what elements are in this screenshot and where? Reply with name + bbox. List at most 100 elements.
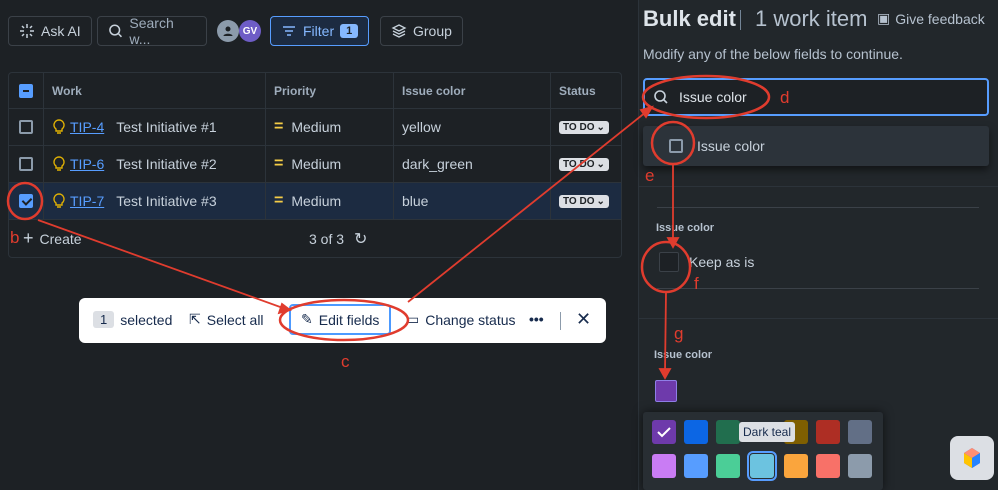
group-button[interactable]: Group (380, 16, 463, 46)
refresh-icon[interactable]: ↻ (354, 229, 367, 249)
search-icon (109, 24, 123, 38)
priority-value[interactable]: Medium (291, 156, 341, 172)
color-swatch-red-light[interactable] (816, 454, 840, 478)
create-button[interactable]: + Create (9, 228, 309, 249)
header-status[interactable]: Status (551, 73, 621, 108)
color-swatch-purple-light[interactable] (652, 454, 676, 478)
color-swatch-green-light[interactable] (716, 454, 740, 478)
color-swatch-blue[interactable] (684, 420, 708, 444)
color-swatch-teal-light[interactable] (747, 451, 777, 481)
chevron-down-icon: ⌄ (596, 195, 605, 207)
help-assistant-button[interactable] (950, 436, 994, 480)
field-search-input[interactable]: Issue color (643, 78, 989, 116)
annotation-label-d: d (780, 88, 790, 107)
edit-fields-label: Edit fields (318, 311, 380, 328)
annotation-label-e: e (645, 166, 655, 185)
color-swatch-gray-light[interactable] (848, 454, 872, 478)
issue-key-link[interactable]: TIP-6 (70, 156, 104, 172)
header-issue-color[interactable]: Issue color (394, 73, 551, 108)
selected-label: selected (120, 311, 173, 328)
select-all-button[interactable]: ⇱ Select all (189, 311, 264, 328)
select-all-checkbox[interactable] (19, 83, 33, 98)
color-swatch-gray[interactable] (848, 420, 872, 444)
issue-color-value[interactable]: blue (402, 193, 428, 209)
row-checkbox[interactable] (19, 157, 33, 171)
table-row[interactable]: TIP-4 Test Initiative #1 = Medium yellow … (9, 109, 621, 146)
color-palette: Dark teal (643, 412, 883, 490)
row-checkbox[interactable] (19, 194, 33, 208)
select-all-label: Select all (206, 311, 264, 328)
issue-summary[interactable]: Test Initiative #1 (116, 119, 216, 135)
annotation-label-b: b (10, 228, 20, 247)
keep-as-is-label: Keep as is (689, 254, 755, 270)
color-swatch-blue-light[interactable] (684, 454, 708, 478)
issue-color-value[interactable]: yellow (402, 119, 441, 135)
search-input[interactable]: Search w... (97, 15, 207, 47)
row-checkbox[interactable] (19, 120, 33, 134)
more-actions-button[interactable]: ••• (529, 311, 544, 327)
panel-subtitle: 1 work item (755, 6, 868, 31)
field-option-issue-color[interactable]: Issue color (643, 126, 989, 166)
status-icon: ▭ (406, 311, 420, 327)
chevron-down-icon: ⌄ (596, 158, 605, 170)
issue-key-link[interactable]: TIP-7 (70, 193, 104, 209)
selected-color-swatch[interactable] (655, 380, 677, 402)
table-row[interactable]: TIP-6 Test Initiative #2 = Medium dark_gr… (9, 146, 621, 183)
status-badge[interactable]: TO DO ⌄ (559, 157, 609, 171)
unassigned-avatar[interactable] (217, 20, 239, 42)
status-text: TO DO (563, 158, 595, 170)
priority-medium-icon: = (274, 192, 284, 209)
status-text: TO DO (563, 121, 595, 133)
color-swatch-orange-light[interactable] (784, 454, 808, 478)
panel-title: Bulk edit (643, 6, 736, 31)
field-underline (657, 288, 979, 289)
lightbulb-icon (53, 119, 65, 134)
filter-label: Filter (303, 23, 335, 39)
status-badge[interactable]: TO DO ⌄ (559, 194, 609, 208)
header-priority[interactable]: Priority (266, 73, 394, 108)
change-status-button[interactable]: ▭ Change status (406, 311, 516, 328)
header-checkbox-cell[interactable] (9, 73, 44, 108)
plus-icon: + (23, 228, 34, 248)
issue-key-link[interactable]: TIP-4 (70, 119, 104, 135)
person-icon (223, 26, 233, 36)
give-feedback-button[interactable]: ▣ Give feedback (877, 10, 985, 27)
cursor-icon: ⇱ (189, 311, 201, 327)
pencil-icon: ✎ (301, 311, 313, 327)
issue-color-value[interactable]: dark_green (402, 156, 473, 172)
annotation-label-g: g (674, 324, 684, 343)
section-label-issue-color-2: Issue color (654, 349, 713, 361)
section-divider (639, 318, 998, 319)
field-option-label: Issue color (697, 138, 765, 154)
status-badge[interactable]: TO DO ⌄ (559, 120, 609, 134)
keep-as-is-checkbox[interactable] (659, 252, 679, 272)
ask-ai-button[interactable]: Ask AI (8, 16, 92, 46)
color-swatch-red[interactable] (816, 420, 840, 444)
filter-count-badge: 1 (340, 24, 359, 38)
color-swatch-purple[interactable] (652, 420, 676, 444)
priority-value[interactable]: Medium (291, 119, 341, 135)
edit-fields-button[interactable]: ✎ Edit fields (289, 304, 392, 335)
color-tooltip: Dark teal (739, 422, 796, 442)
priority-medium-icon: = (274, 155, 284, 172)
annotation-label-c: c (341, 352, 350, 371)
bulk-action-bar: 1 selected ⇱ Select all ✎ Edit fields ▭ … (79, 298, 606, 343)
user-avatar[interactable]: GV (239, 20, 261, 42)
filter-button[interactable]: Filter 1 (270, 16, 370, 46)
color-swatch-green[interactable] (716, 420, 740, 444)
assistant-logo-icon (964, 448, 980, 468)
keep-as-is-option[interactable]: Keep as is (659, 252, 754, 272)
change-status-label: Change status (425, 311, 516, 328)
field-option-checkbox[interactable] (669, 139, 683, 153)
header-work[interactable]: Work (44, 73, 266, 108)
priority-value[interactable]: Medium (291, 193, 341, 209)
close-icon[interactable]: ✕ (576, 309, 591, 330)
table-row[interactable]: TIP-7 Test Initiative #3 = Medium blue TO… (9, 183, 621, 220)
section-divider (639, 186, 998, 187)
field-search-value: Issue color (679, 89, 747, 105)
work-items-table: Work Priority Issue color Status TIP-4 T… (8, 72, 622, 258)
issue-summary[interactable]: Test Initiative #3 (116, 193, 216, 209)
issue-summary[interactable]: Test Initiative #2 (116, 156, 216, 172)
status-text: TO DO (563, 195, 595, 207)
create-label: Create (39, 230, 82, 247)
